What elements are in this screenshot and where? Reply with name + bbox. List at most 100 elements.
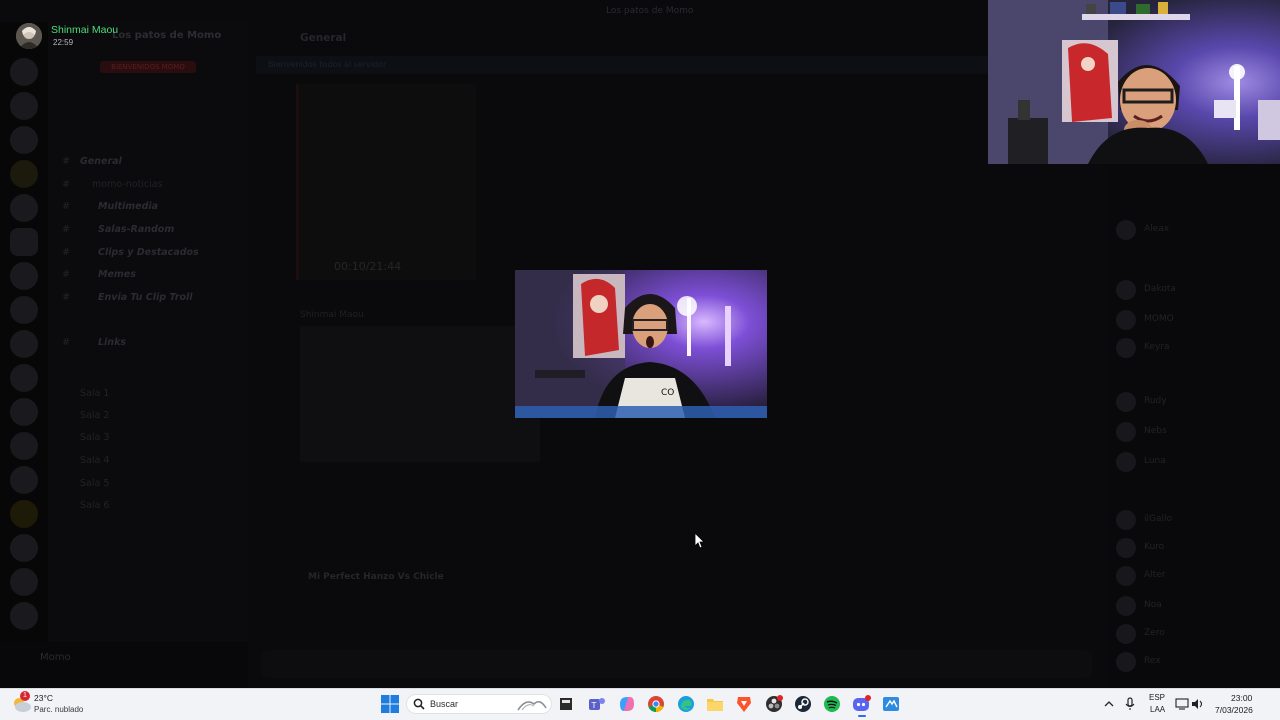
discord-icon[interactable] — [852, 694, 872, 714]
live-user-name[interactable]: Shinmai Maou — [51, 24, 118, 36]
keyboard-layout-indicator[interactable]: LAA — [1150, 705, 1165, 714]
video-timestamp: 00:10/21:44 — [334, 260, 402, 273]
member-name[interactable]: ilGallo — [1144, 514, 1172, 524]
server-icon[interactable] — [10, 500, 38, 528]
member-avatar[interactable] — [1116, 452, 1136, 472]
member-name[interactable]: Nebs — [1144, 426, 1167, 436]
server-icon[interactable] — [10, 466, 38, 494]
weather-badge: 1 — [20, 691, 30, 701]
server-icon[interactable] — [10, 534, 38, 562]
channel-item[interactable]: General — [80, 156, 122, 167]
server-icon[interactable] — [10, 432, 38, 460]
member-name[interactable]: Aleax — [1144, 224, 1169, 234]
channel-item[interactable]: Salas-Random — [98, 224, 174, 235]
member-avatar[interactable] — [1116, 280, 1136, 300]
member-avatar[interactable] — [1116, 422, 1136, 442]
brave-icon[interactable] — [734, 694, 754, 714]
file-manager-icon[interactable] — [556, 694, 576, 714]
language-indicator[interactable]: ESP — [1149, 693, 1165, 702]
member-name[interactable]: MOMO — [1144, 314, 1174, 324]
voice-channel[interactable]: Sala 2 — [80, 410, 109, 421]
clock-time[interactable]: 23:00 — [1231, 693, 1252, 703]
server-icon[interactable] — [10, 364, 38, 392]
link-embed-title[interactable]: Mi Perfect Hanzo Vs Chicle — [308, 572, 444, 582]
weather-condition[interactable]: Parc. nublado — [34, 705, 83, 714]
remote-desktop-icon[interactable] — [881, 694, 901, 714]
copilot-icon[interactable] — [617, 694, 637, 714]
message-composer[interactable] — [262, 650, 1092, 678]
steam-icon[interactable] — [793, 694, 813, 714]
member-name[interactable]: Kuro — [1144, 542, 1164, 552]
voice-channel[interactable]: Sala 1 — [80, 388, 109, 399]
file-explorer-icon[interactable] — [705, 694, 725, 714]
member-avatar[interactable] — [1116, 624, 1136, 644]
avatar[interactable] — [16, 23, 42, 49]
member-name[interactable]: Luna — [1144, 456, 1166, 466]
server-icon[interactable] — [10, 398, 38, 426]
member-name[interactable]: Keyra — [1144, 342, 1170, 352]
channel-item[interactable]: Clips y Destacados — [98, 247, 199, 258]
embedded-video[interactable] — [296, 84, 476, 280]
spotify-icon[interactable] — [822, 694, 842, 714]
voice-channel[interactable]: Sala 6 — [80, 500, 109, 511]
server-icon[interactable] — [10, 262, 38, 290]
chevron-up-icon[interactable] — [1104, 700, 1114, 708]
server-icon[interactable] — [10, 602, 38, 630]
channel-item[interactable]: Links — [98, 337, 126, 348]
member-name[interactable]: Alter — [1144, 570, 1165, 580]
voice-channel[interactable]: Sala 5 — [80, 478, 109, 489]
window-title: Los patos de Momo — [606, 6, 694, 16]
clock-date[interactable]: 7/03/2026 — [1215, 705, 1253, 715]
voice-channel[interactable]: Sala 3 — [80, 432, 109, 443]
server-icon[interactable] — [10, 126, 38, 154]
member-avatar[interactable] — [1116, 652, 1136, 672]
member-name[interactable]: Dakota — [1144, 284, 1176, 294]
server-icon[interactable] — [10, 194, 38, 222]
voice-channel[interactable]: Sala 4 — [80, 455, 109, 466]
member-avatar[interactable] — [1116, 220, 1136, 240]
member-name[interactable]: Noa — [1144, 600, 1162, 610]
popup-video-player[interactable]: CO — [515, 270, 767, 418]
channel-item[interactable]: momo-noticias — [92, 179, 163, 190]
volume-icon[interactable] — [1191, 698, 1205, 710]
network-icon[interactable] — [1175, 698, 1189, 710]
search-icon — [413, 698, 425, 710]
teams-icon[interactable]: T — [587, 694, 607, 714]
hash-icon: # — [62, 269, 70, 280]
server-icon[interactable] — [10, 58, 38, 86]
message-image[interactable] — [300, 326, 540, 462]
member-avatar[interactable] — [1116, 538, 1136, 558]
server-icon[interactable] — [10, 228, 38, 256]
member-name[interactable]: Rudy — [1144, 396, 1167, 406]
server-icon[interactable] — [10, 296, 38, 324]
member-avatar[interactable] — [1116, 566, 1136, 586]
search-placeholder: Buscar — [430, 699, 459, 709]
chrome-icon[interactable] — [646, 694, 666, 714]
microphone-icon[interactable] — [1125, 697, 1135, 711]
channel-item[interactable]: Memes — [98, 269, 136, 280]
hash-icon: # — [62, 224, 70, 235]
notice-text: Bienvenidos todos al servidor — [268, 60, 387, 69]
member-avatar[interactable] — [1116, 392, 1136, 412]
message-author[interactable]: Shinmai Maou — [300, 310, 364, 320]
obs-icon[interactable] — [764, 694, 784, 714]
server-name[interactable]: Los patos de Momo — [112, 30, 221, 41]
server-icon[interactable] — [10, 330, 38, 358]
windows-start-icon[interactable] — [380, 694, 400, 714]
channel-item[interactable]: Envia Tu Clip Troll — [98, 292, 193, 303]
server-icon[interactable] — [10, 92, 38, 120]
member-avatar[interactable] — [1116, 310, 1136, 330]
edge-icon[interactable] — [676, 694, 696, 714]
member-avatar[interactable] — [1116, 510, 1136, 530]
webcam-overlay — [988, 0, 1280, 164]
weather-temperature[interactable]: 23°C — [34, 693, 53, 703]
member-avatar[interactable] — [1116, 338, 1136, 358]
member-avatar[interactable] — [1116, 596, 1136, 616]
user-panel-name[interactable]: Momo — [40, 652, 71, 663]
server-icon[interactable] — [10, 568, 38, 596]
server-icon[interactable] — [10, 160, 38, 188]
live-user-time: 22:59 — [53, 38, 74, 47]
channel-item[interactable]: Multimedia — [98, 201, 158, 212]
member-name[interactable]: Zero — [1144, 628, 1165, 638]
member-name[interactable]: Rex — [1144, 656, 1161, 666]
